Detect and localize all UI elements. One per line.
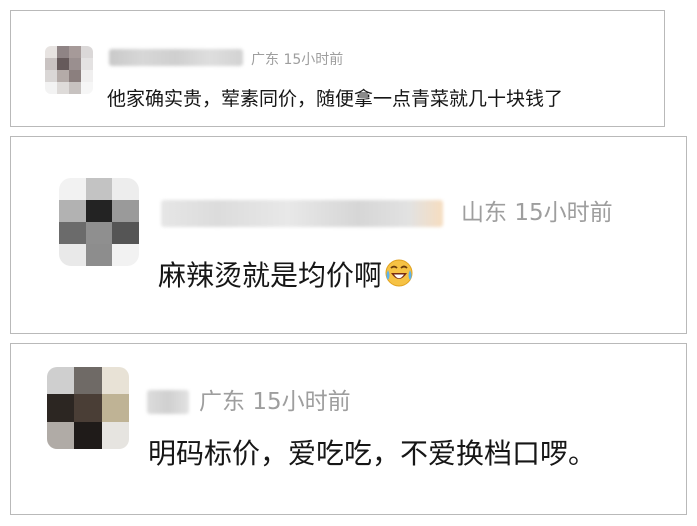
avatar[interactable] bbox=[59, 178, 139, 266]
username-redacted[interactable] bbox=[109, 49, 243, 66]
comment-time: 15小时前 bbox=[252, 389, 351, 415]
comment-meta: 广东 15小时前 bbox=[199, 391, 351, 414]
comment-location: 广东 bbox=[199, 389, 245, 415]
avatar[interactable] bbox=[47, 367, 129, 449]
comment-time: 15小时前 bbox=[283, 52, 344, 68]
comment-card: 山东 15小时前 麻辣烫就是均价啊 bbox=[10, 136, 687, 334]
username-redacted[interactable] bbox=[161, 200, 443, 227]
comment-text: 他家确实贵，荤素同价，随便拿一点青菜就几十块钱了 bbox=[107, 88, 564, 110]
comment-meta: 广东 15小时前 bbox=[251, 53, 343, 67]
avatar[interactable] bbox=[45, 46, 93, 94]
comment-card: 广东 15小时前 他家确实贵，荤素同价，随便拿一点青菜就几十块钱了 bbox=[10, 10, 665, 127]
username-redacted[interactable] bbox=[147, 390, 189, 414]
comment-location: 广东 bbox=[251, 52, 279, 68]
comment-meta: 山东 15小时前 bbox=[461, 202, 613, 225]
laughing-crying-emoji-icon bbox=[384, 258, 414, 293]
comment-card: 广东 15小时前 明码标价，爱吃吃，不爱换档口啰。 bbox=[10, 343, 687, 515]
comment-text: 麻辣烫就是均价啊 bbox=[158, 258, 414, 293]
comment-location: 山东 bbox=[461, 200, 507, 226]
comment-text-body: 麻辣烫就是均价啊 bbox=[158, 259, 383, 292]
comment-text: 明码标价，爱吃吃，不爱换档口啰。 bbox=[148, 437, 597, 470]
comment-time: 15小时前 bbox=[514, 200, 613, 226]
